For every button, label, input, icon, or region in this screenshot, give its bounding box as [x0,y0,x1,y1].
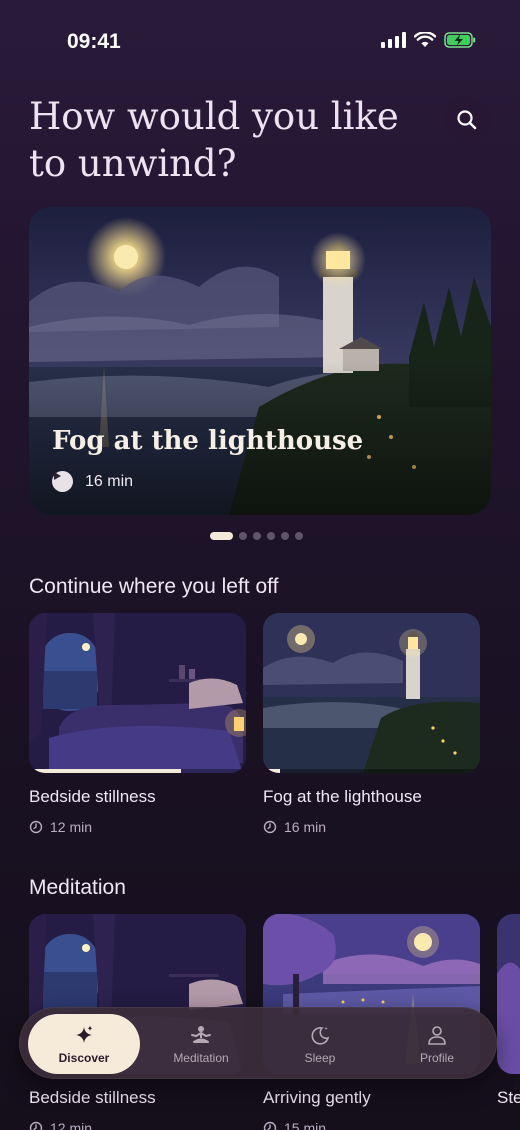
meditation-card[interactable]: Ste [497,914,520,1108]
carousel-dot[interactable] [281,532,289,540]
section-title-continue: Continue where you left off [29,575,279,598]
status-icons [381,32,476,48]
featured-card[interactable]: Fog at the lighthouse 16 min [29,207,491,515]
tab-label: Profile [419,1050,454,1065]
featured-meta: 16 min [52,471,133,492]
signal-icon [381,32,406,48]
continue-card[interactable]: Bedside stillness 12 min [29,613,246,835]
card-meta: 16 min [263,819,480,835]
moon-icon [311,1026,330,1045]
search-button[interactable] [443,96,491,144]
card-thumbnail [497,914,520,1074]
carousel-dot[interactable] [295,532,303,540]
tab-discover[interactable]: Discover [28,1014,140,1074]
sparkles-icon [76,1025,93,1043]
card-meta: 15 min [263,1120,480,1130]
tab-label: Meditation [173,1050,229,1065]
card-duration: 16 min [284,819,327,835]
progress-bar [29,769,246,773]
clock-icon [263,820,277,834]
bedroom-scene-image [29,613,246,773]
clock-icon [263,1121,277,1130]
card-duration: 15 min [284,1120,327,1130]
tab-bar: Discover Meditation Sleep Profile [19,1007,497,1079]
carousel-dot[interactable] [267,532,275,540]
card-meta: 12 min [29,819,246,835]
card-thumbnail [263,613,480,773]
carousel-pagination[interactable] [210,532,303,540]
continue-card[interactable]: Fog at the lighthouse 16 min [263,613,480,835]
card-title: Bedside stillness [29,1088,156,1107]
card-duration: 12 min [50,1120,93,1130]
person-icon [428,1025,446,1045]
card-title: Fog at the lighthouse [263,787,422,806]
lighthouse-scene-image [263,613,480,773]
lighthouse-scene-image [29,207,491,515]
section-title-meditation: Meditation [29,876,126,899]
card-duration: 12 min [50,819,93,835]
card-title: Ste [497,1088,520,1107]
card-meta: 12 min [29,1120,246,1130]
card-thumbnail [29,613,246,773]
carousel-dot[interactable] [253,532,261,540]
tab-label: Discover [58,1050,110,1065]
clock-icon [29,1121,43,1130]
status-time: 09:41 [67,30,121,53]
tab-sleep[interactable]: Sleep [264,1014,376,1074]
search-icon [457,110,477,130]
play-icon[interactable] [52,471,73,492]
card-title: Bedside stillness [29,787,156,806]
featured-duration: 16 min [85,472,134,490]
status-bar: 09:41 [0,0,520,80]
clock-icon [29,820,43,834]
page-title: How would you like to unwind? [29,95,399,185]
tab-meditation[interactable]: Meditation [145,1014,257,1074]
card-title: Arriving gently [263,1088,371,1107]
featured-title: Fog at the lighthouse [52,426,364,456]
progress-fill [29,769,181,773]
progress-fill [263,769,281,773]
progress-bar [263,769,480,773]
night-scene-image [497,914,520,1074]
wifi-icon [414,32,436,47]
battery-charging-icon [444,32,476,48]
tab-profile[interactable]: Profile [381,1014,493,1074]
meditation-icon [191,1025,211,1043]
carousel-dot-active[interactable] [210,532,233,540]
tab-label: Sleep [304,1050,336,1065]
carousel-dot[interactable] [239,532,247,540]
